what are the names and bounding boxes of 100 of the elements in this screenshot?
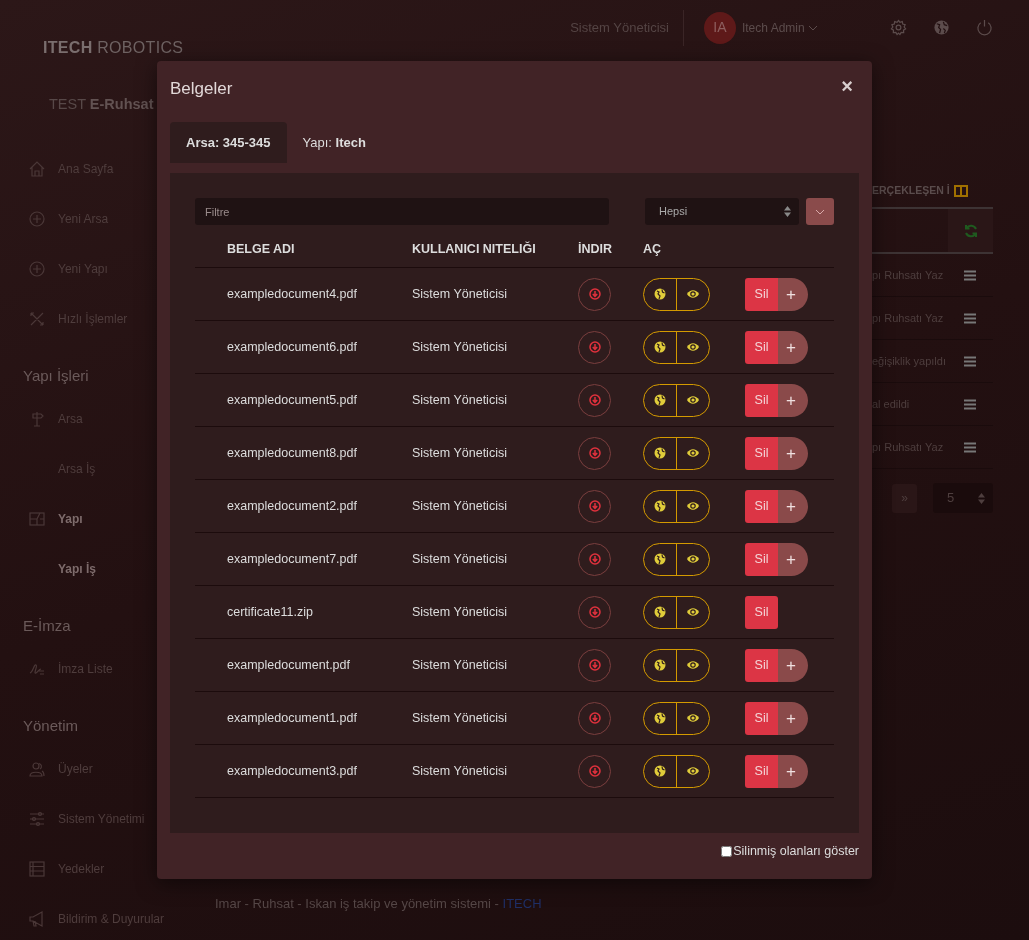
checkbox-label[interactable]: Silinmiş olanları göster — [733, 841, 859, 861]
globe-icon — [654, 394, 666, 406]
sidebar-section-title: E-İmza — [23, 615, 71, 636]
map-icon — [28, 510, 46, 528]
sidebar-section-title: Yönetim — [23, 715, 79, 736]
globe-icon — [654, 606, 666, 618]
filter-field[interactable]: Filtre — [195, 198, 609, 225]
globe-icon — [654, 500, 666, 512]
add-button[interactable]: + — [778, 330, 808, 364]
user-role: Sistem Yöneticisi — [412, 603, 508, 621]
users-icon — [28, 760, 46, 778]
add-button[interactable]: + — [778, 542, 808, 576]
close-button[interactable]: × — [835, 76, 859, 96]
add-button[interactable]: + — [778, 489, 808, 523]
file-name: exampledocument1.pdf — [227, 709, 358, 727]
plus-circle-icon — [28, 210, 46, 228]
column-header: BELGE ADI — [227, 241, 296, 259]
delete-button[interactable]: Sil — [745, 648, 778, 682]
delete-button[interactable]: Sil — [745, 383, 778, 417]
file-name: exampledocument4.pdf — [227, 285, 358, 303]
add-button[interactable]: + — [778, 701, 808, 735]
eye-icon — [686, 713, 700, 723]
tab[interactable]: Arsa: 345-345 — [170, 122, 287, 163]
eye-icon — [686, 766, 700, 776]
add-button[interactable]: + — [778, 754, 808, 788]
eye-icon — [686, 448, 700, 458]
user-role: Sistem Yöneticisi — [412, 550, 508, 568]
user-role: Sistem Yöneticisi — [412, 656, 508, 674]
delete-button[interactable]: Sil — [745, 330, 778, 364]
menu-icon[interactable] — [964, 313, 976, 325]
globe-icon — [654, 765, 666, 777]
eye-icon — [686, 660, 700, 670]
file-name: exampledocument3.pdf — [227, 762, 358, 780]
add-button[interactable]: + — [778, 277, 808, 311]
chevron-down-icon — [815, 208, 825, 215]
sort-caret-icon — [978, 492, 985, 504]
megaphone-icon — [28, 910, 46, 928]
menu-icon[interactable] — [964, 270, 976, 282]
globe-icon — [654, 341, 666, 353]
menu-icon[interactable] — [964, 356, 976, 368]
eye-icon — [686, 342, 700, 352]
user-role: Sistem Yöneticisi — [412, 285, 508, 303]
file-name: exampledocument6.pdf — [227, 338, 358, 356]
user-role: Sistem Yöneticisi — [412, 709, 508, 727]
download-icon — [588, 341, 601, 353]
delete-button[interactable]: Sil — [745, 701, 778, 735]
file-name: exampledocument8.pdf — [227, 444, 358, 462]
delete-button[interactable]: Sil — [745, 595, 778, 629]
user-role: Sistem Yöneticisi — [412, 762, 508, 780]
download-icon — [588, 553, 601, 565]
columns-icon[interactable] — [954, 185, 968, 198]
dialog-title: Belgeler — [170, 78, 233, 100]
column-header: AÇ — [643, 241, 663, 259]
eye-icon — [686, 289, 700, 299]
eye-icon — [686, 607, 700, 617]
sidebar-item[interactable]: Yapı — [58, 510, 83, 528]
column-header: ERÇEKLEŞEN İ — [872, 183, 951, 199]
file-name: exampledocument.pdf — [227, 656, 351, 674]
sidebar-section-title: Yapı İşleri — [23, 365, 89, 386]
column-header: KULLANICI NITELIĞI — [412, 240, 537, 259]
file-name: exampledocument5.pdf — [227, 391, 358, 409]
globe-icon — [654, 659, 666, 671]
download-icon — [588, 659, 601, 671]
delete-button[interactable]: Sil — [745, 542, 778, 576]
sort-caret-icon — [784, 206, 791, 217]
menu-icon[interactable] — [964, 442, 976, 454]
sidebar-item[interactable]: Yapı İş — [58, 560, 97, 578]
delete-button[interactable]: Sil — [745, 489, 778, 523]
globe-icon — [654, 288, 666, 300]
globe-icon — [654, 712, 666, 724]
crossed-arrows-icon — [28, 310, 46, 328]
file-name: exampledocument7.pdf — [227, 550, 358, 568]
user-menu[interactable]: Itech Admin — [741, 18, 818, 37]
user-role: Sistem Yöneticisi — [412, 497, 508, 515]
download-icon — [588, 606, 601, 618]
file-name: exampledocument2.pdf — [227, 497, 358, 515]
caret-icon — [808, 25, 818, 32]
delete-button[interactable]: Sil — [745, 754, 778, 788]
user-role: Sistem Yöneticisi — [412, 444, 508, 462]
eye-icon — [686, 395, 700, 405]
delete-button[interactable]: Sil — [745, 436, 778, 470]
download-icon — [588, 500, 601, 512]
delete-button[interactable]: Sil — [745, 277, 778, 311]
tab[interactable]: Yapı: Itech — [286, 122, 382, 163]
add-button[interactable]: + — [778, 648, 808, 682]
download-icon — [588, 288, 601, 300]
download-icon — [588, 447, 601, 459]
menu-icon[interactable] — [964, 399, 976, 411]
user-avatar[interactable]: IA — [703, 11, 736, 44]
globe-icon — [654, 553, 666, 565]
show-deleted-checkbox[interactable] — [721, 845, 733, 857]
logo-text: ITECH ROBOTICS — [42, 38, 185, 58]
add-button[interactable]: + — [778, 383, 808, 417]
add-button[interactable]: + — [778, 436, 808, 470]
type-select[interactable]: Hepsi — [645, 198, 799, 225]
home-icon — [28, 160, 46, 178]
footer-text: Imar - Ruhsat - Iskan iş takip ve yönetim sistemi - ITECH — [215, 896, 542, 911]
file-name: certificate11.zip — [227, 603, 314, 621]
sliders-icon — [28, 810, 46, 828]
eye-icon — [686, 501, 700, 511]
